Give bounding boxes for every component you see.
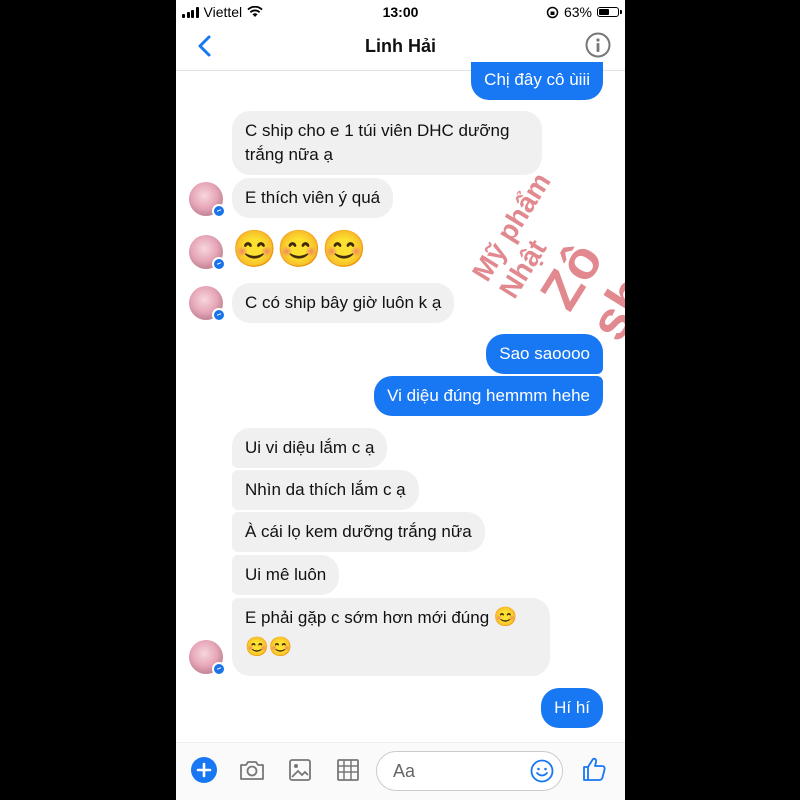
message-text: E phải gặp c sớm hơn mới đúng [245,608,490,627]
battery-percent: 63% [563,4,592,20]
message-incoming[interactable]: Ui mê luôn [232,555,340,595]
contact-avatar[interactable] [189,286,226,322]
composer-bar [176,742,625,800]
plus-icon[interactable] [190,756,218,784]
message-incoming[interactable]: C ship cho e 1 túi viên DHC dưỡng trắng … [232,111,542,175]
message-input-field[interactable] [376,751,563,791]
gallery-icon[interactable] [286,756,314,784]
contact-name[interactable]: Linh Hải [176,36,625,57]
contact-avatar[interactable] [189,235,226,271]
messenger-badge-icon [212,308,226,322]
message-line: C ship cho e 1 túi viên DHC dưỡng [245,121,510,140]
battery-fill [599,9,610,15]
message-outgoing[interactable]: Sao saoooo [486,334,603,374]
info-icon[interactable] [585,32,611,58]
message-line: trắng nữa ạ [245,145,333,164]
message-incoming[interactable]: E phải gặp c sớm hơn mới đúng 😊 😊😊 [232,598,550,676]
messenger-badge-icon [212,257,226,271]
message-outgoing[interactable]: Hí hí [541,688,603,728]
message-outgoing[interactable]: Vi diệu đúng hemmm hehe [374,376,603,416]
messenger-badge-icon [212,662,226,676]
emoji-line: 😊😊 [245,637,293,658]
smile-emoji: 😊 [493,607,518,628]
thumbs-up-icon[interactable] [580,755,608,783]
message-incoming[interactable]: À cái lọ kem dưỡng trắng nữa [232,512,485,552]
sticker-grid-icon[interactable] [334,756,362,784]
contact-avatar[interactable] [189,182,226,218]
camera-icon[interactable] [238,756,266,784]
message-outgoing[interactable]: Chị đây cô ùiii [471,62,603,100]
orientation-lock-icon [546,6,559,18]
contact-avatar[interactable] [189,640,226,676]
watermark-line: Zô shop [528,209,625,351]
messenger-badge-icon [212,204,226,218]
status-bar: Viettel 13:00 63% [176,0,625,24]
message-line: E phải gặp c sớm hơn mới đúng 😊 [245,606,537,630]
emoji-message[interactable]: 😊😊😊 [232,229,366,269]
status-right: 63% [546,4,622,20]
message-input[interactable] [391,760,515,783]
message-incoming[interactable]: Nhìn da thích lắm c ạ [232,470,419,510]
emoji-icon[interactable] [530,759,554,783]
battery-icon [597,7,622,17]
phone-screen: Viettel 13:00 63% Linh Hải Chị đây cô ùi… [176,0,625,800]
message-incoming[interactable]: C có ship bây giờ luôn k ạ [232,283,455,323]
message-incoming[interactable]: E thích viên ý quá [232,178,394,218]
message-incoming[interactable]: Ui vi diệu lắm c ạ [232,428,388,468]
